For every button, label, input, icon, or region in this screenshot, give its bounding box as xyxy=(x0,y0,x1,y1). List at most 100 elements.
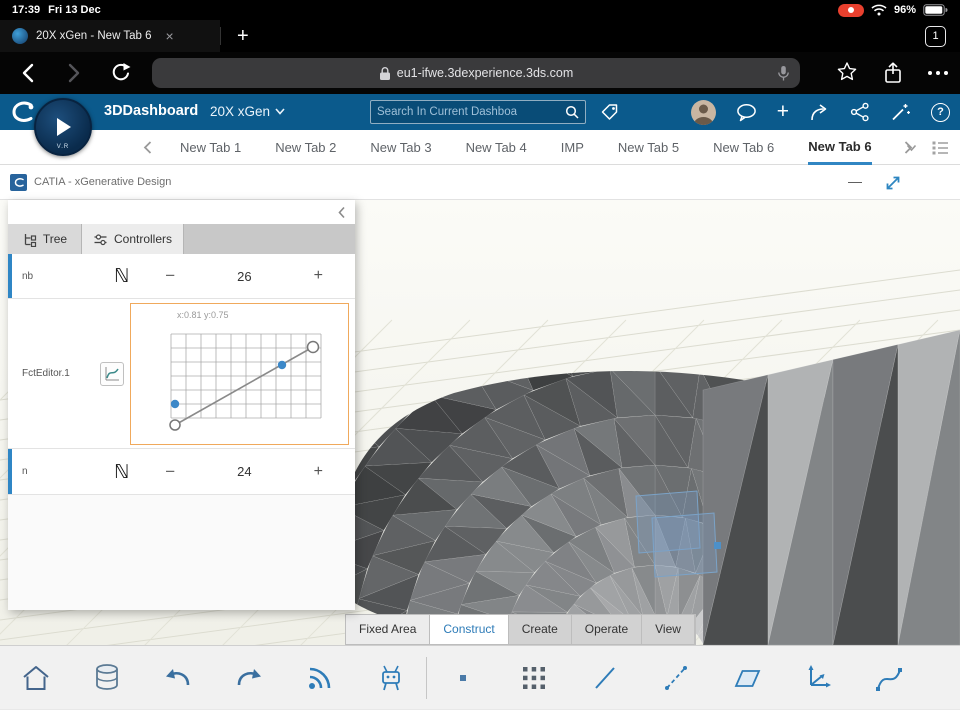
curve-control-point-1[interactable] xyxy=(170,399,180,408)
stream-button[interactable] xyxy=(284,664,355,692)
curve-control-point-2[interactable] xyxy=(277,360,287,369)
tab-tree-label: Tree xyxy=(42,232,68,246)
tab-tree[interactable]: Tree xyxy=(8,224,82,254)
data-button[interactable] xyxy=(71,663,142,693)
lock-icon xyxy=(379,66,390,80)
increment-button[interactable]: + xyxy=(314,267,323,285)
screen-recording-indicator-icon[interactable] xyxy=(837,3,864,17)
help-button[interactable]: ? xyxy=(931,102,950,122)
tab-overview-button[interactable]: 1 xyxy=(925,25,946,47)
dashboard-name-menu[interactable]: 20X xGen xyxy=(210,104,285,119)
status-bar: 17:39 Fri 13 Dec 96% xyxy=(0,0,960,20)
tab-list-icon[interactable] xyxy=(932,141,949,155)
tab-divider xyxy=(220,27,221,45)
parameter-value-n[interactable]: 24 xyxy=(175,464,314,479)
home-button[interactable] xyxy=(0,664,71,692)
reload-button-icon[interactable] xyxy=(108,61,132,85)
browser-tab[interactable]: 20X xGen - New Tab 6 × xyxy=(0,20,220,52)
increment-button[interactable]: + xyxy=(314,463,323,481)
mode-tab-construct[interactable]: Construct xyxy=(430,615,509,644)
tab-controllers[interactable]: Controllers xyxy=(82,224,184,254)
curve-endpoint-end[interactable] xyxy=(306,340,320,353)
decrement-button[interactable]: − xyxy=(165,462,175,482)
help-glyph: ? xyxy=(937,106,944,118)
date: Fri 13 Dec xyxy=(48,4,101,16)
decrement-button[interactable]: − xyxy=(165,266,175,286)
plane-tool-button[interactable] xyxy=(711,665,782,691)
panel-tab-bar: Tree Controllers xyxy=(8,224,355,254)
tag-icon[interactable] xyxy=(600,102,620,122)
point-grid-tool-button[interactable] xyxy=(498,665,569,691)
chat-bubble-icon[interactable] xyxy=(736,103,757,122)
tab-imp[interactable]: IMP xyxy=(561,130,584,165)
curve-endpoint-start[interactable] xyxy=(169,418,181,431)
viewport-mode-tabs: Fixed Area Construct Create Operate View xyxy=(345,614,696,645)
minimize-widget-button[interactable]: — xyxy=(848,173,862,189)
expand-widget-icon[interactable] xyxy=(884,174,902,192)
stream-icon xyxy=(308,667,330,689)
construction-line-tool-button[interactable] xyxy=(640,664,711,692)
dashboard-app-name[interactable]: 3DDashboard xyxy=(104,103,198,119)
tab-new-tab-4[interactable]: New Tab 4 xyxy=(466,130,527,165)
mode-tab-operate[interactable]: Operate xyxy=(572,615,643,644)
parameter-value-nb[interactable]: 26 xyxy=(175,269,314,284)
3ds-logo-icon[interactable] xyxy=(8,99,36,125)
magic-wand-icon[interactable] xyxy=(890,102,911,122)
redo-button[interactable] xyxy=(213,665,284,691)
scroll-tabs-left-icon[interactable] xyxy=(142,140,154,155)
point-icon xyxy=(459,674,466,681)
browser-nav-bar: eu1-ifwe.3dexperience.3ds.com xyxy=(0,52,960,94)
catia-logo-icon xyxy=(10,174,27,191)
undo-button[interactable] xyxy=(142,665,213,691)
avatar-person-icon xyxy=(693,104,714,125)
user-avatar[interactable] xyxy=(690,99,716,125)
more-menu-icon[interactable] xyxy=(926,69,950,77)
parameter-name: n xyxy=(22,466,28,477)
row-accent xyxy=(8,449,12,494)
dashboard-search[interactable] xyxy=(370,100,586,124)
close-tab-icon[interactable]: × xyxy=(166,28,174,44)
search-input[interactable] xyxy=(377,106,565,118)
curve-plot[interactable] xyxy=(161,322,376,440)
tab-new-tab-6-active[interactable]: New Tab 6 xyxy=(808,130,872,165)
sliders-icon xyxy=(94,233,107,245)
chevron-down-icon xyxy=(275,108,285,115)
function-editor-icon[interactable] xyxy=(100,361,124,386)
bookmark-star-icon[interactable] xyxy=(836,61,858,83)
undo-icon xyxy=(165,668,189,685)
share-nodes-icon[interactable] xyxy=(850,102,870,122)
function-curve-editor[interactable]: x:0.81 y:0.75 xyxy=(130,302,349,445)
add-button[interactable]: + xyxy=(777,101,789,122)
scroll-tabs-right-icon[interactable] xyxy=(902,140,914,155)
mode-tab-create[interactable]: Create xyxy=(509,615,572,644)
mode-tab-fixed-area[interactable]: Fixed Area xyxy=(346,615,431,644)
ipad-screen: 17:39 Fri 13 Dec 96% 20X xGen - New Tab … xyxy=(0,0,960,720)
line-tool-button[interactable] xyxy=(569,664,640,692)
tab-new-tab-3[interactable]: New Tab 3 xyxy=(370,130,431,165)
collapse-panel-icon[interactable] xyxy=(337,206,347,219)
axis-system-tool-button[interactable] xyxy=(782,663,853,693)
point-tool-button[interactable] xyxy=(427,671,498,685)
mode-tab-view[interactable]: View xyxy=(642,615,695,644)
spline-tool-button[interactable] xyxy=(853,664,924,692)
address-bar[interactable]: eu1-ifwe.3dexperience.3ds.com xyxy=(152,58,800,88)
tab-new-tab-2[interactable]: New Tab 2 xyxy=(275,130,336,165)
new-tab-button[interactable]: + xyxy=(237,25,249,48)
microphone-icon[interactable] xyxy=(777,65,790,82)
panel-empty-area xyxy=(8,495,355,610)
back-button-icon[interactable] xyxy=(18,61,40,85)
play-icon[interactable] xyxy=(53,116,73,138)
tab-new-tab-6[interactable]: New Tab 6 xyxy=(713,130,774,165)
grid-icon xyxy=(522,666,545,689)
action-toolbar xyxy=(0,645,960,709)
forward-button-icon[interactable] xyxy=(62,61,84,85)
search-icon[interactable] xyxy=(565,105,579,119)
curve-line xyxy=(174,345,314,426)
line-icon xyxy=(594,666,615,689)
share-forward-icon[interactable] xyxy=(809,103,830,122)
robot-button[interactable] xyxy=(355,663,426,693)
tab-new-tab-5[interactable]: New Tab 5 xyxy=(618,130,679,165)
tab-new-tab-1[interactable]: New Tab 1 xyxy=(180,130,241,165)
share-icon[interactable] xyxy=(882,61,904,85)
3dcompass-widget[interactable]: V.R xyxy=(34,98,92,156)
